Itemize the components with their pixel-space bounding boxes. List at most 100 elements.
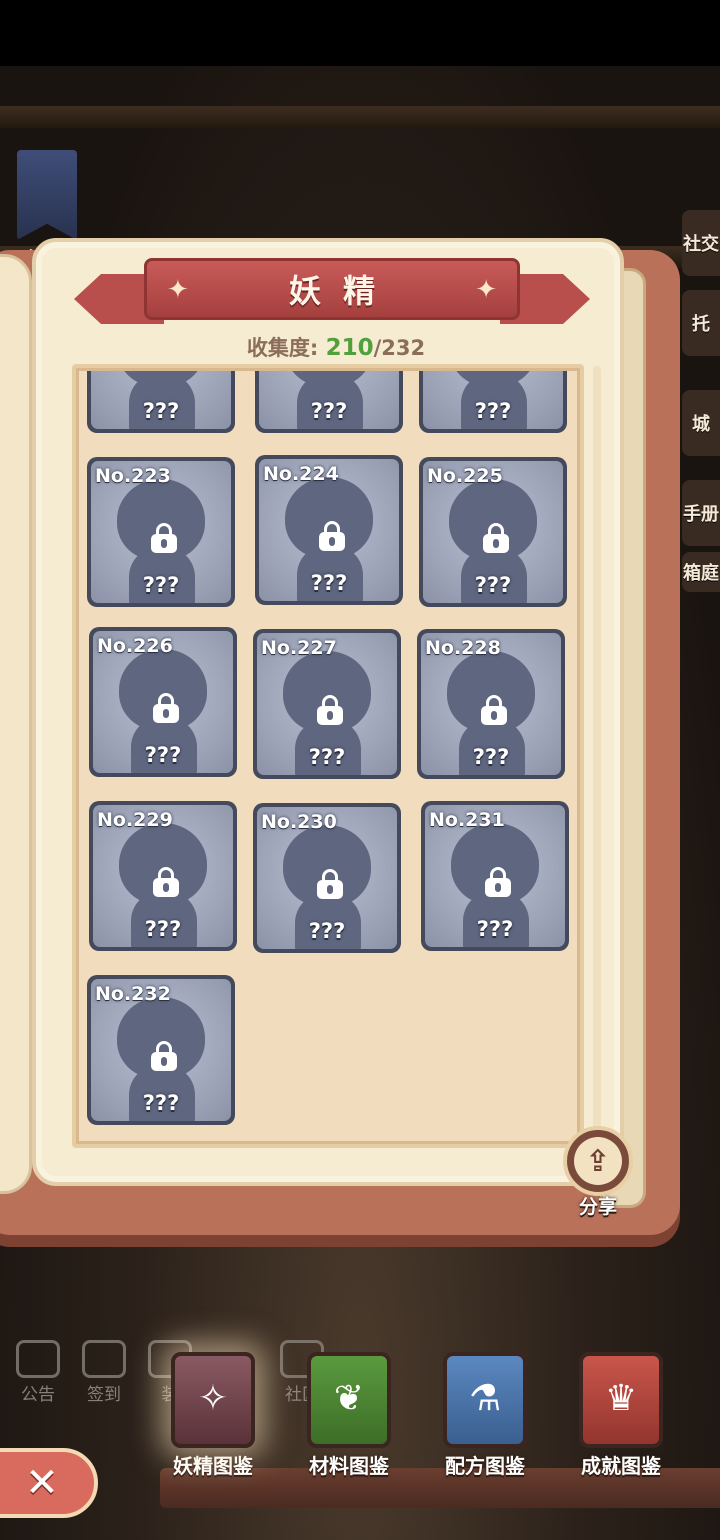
fairy-name: ??? (308, 745, 346, 769)
fairy-number: No.227 (261, 637, 337, 659)
lock-icon (482, 523, 510, 553)
fairy-name: ??? (142, 399, 180, 423)
commission-label: 托 (692, 314, 710, 335)
fairy-name: ??? (308, 919, 346, 943)
commission-tab[interactable]: 托 (682, 290, 720, 356)
collection-progress: 收集度: 210/232 (0, 332, 672, 362)
ribbon-main: ✦ 妖精 ✦ (144, 258, 520, 320)
fairy-card[interactable]: No.232 ??? (87, 975, 235, 1125)
tab-label: 配方图鉴 (445, 1454, 525, 1478)
fairy-card[interactable]: No.231 ??? (421, 801, 569, 951)
garden-label: 箱庭 (683, 563, 719, 584)
shop-label: 城 (692, 414, 710, 435)
lock-icon (318, 521, 346, 551)
fairy-number: No.226 (97, 635, 173, 657)
fairy-name: ??? (474, 573, 512, 597)
fairy-card[interactable]: No.226 ??? (89, 627, 237, 777)
menu-notice-label: 公告 (21, 1385, 55, 1405)
fairy-number: No.230 (261, 811, 337, 833)
fairy-wings-icon: ✧ (171, 1352, 255, 1448)
lock-icon (484, 867, 512, 897)
card-face: No.224 ??? (259, 459, 399, 601)
fairy-card[interactable]: ??? (87, 371, 235, 433)
fairy-card[interactable]: No.230 ??? (253, 803, 401, 953)
tab-label: 材料图鉴 (309, 1454, 389, 1478)
herb-icon: ❦ (307, 1352, 391, 1448)
fairy-name: ??? (474, 399, 512, 423)
fairy-name: ??? (142, 1091, 180, 1115)
shelf (0, 106, 720, 128)
tab-material-encyclopedia[interactable]: ❦ 材料图鉴 (284, 1352, 414, 1479)
fairy-name: ??? (310, 399, 348, 423)
fairy-number: No.225 (427, 465, 503, 487)
tab-achievement-encyclopedia[interactable]: ♛ 成就图鉴 (556, 1352, 686, 1479)
notice-icon (16, 1340, 60, 1378)
lock-icon (480, 695, 508, 725)
page-title: 妖精 (288, 272, 397, 310)
share-label: 分享 (578, 1196, 617, 1218)
tab-recipe-encyclopedia[interactable]: ⚗ 配方图鉴 (420, 1352, 550, 1479)
fairy-name: ??? (144, 743, 182, 767)
fairy-card[interactable]: No.224 ??? (255, 455, 403, 605)
lock-icon (150, 1041, 178, 1071)
sparkle-icon: ✦ (475, 275, 497, 305)
sparkle-icon: ✦ (167, 275, 189, 305)
share-icon: ⇪ (574, 1137, 622, 1185)
garden-tab[interactable]: 箱庭 (682, 552, 720, 592)
fairy-name: ??? (142, 573, 180, 597)
lock-icon (152, 693, 180, 723)
card-face: No.227 ??? (257, 633, 397, 775)
fairy-name: ??? (310, 571, 348, 595)
card-face: No.231 ??? (425, 805, 565, 947)
fairy-card[interactable]: No.228 ??? (417, 629, 565, 779)
fairy-name: ??? (144, 917, 182, 941)
event-flag-icon (17, 150, 77, 240)
book-left-page (0, 254, 32, 1194)
total-count: /232 (373, 336, 426, 360)
fairy-card[interactable]: ??? (255, 371, 403, 433)
card-face: ??? (259, 371, 399, 429)
title-ribbon: ✦ 妖精 ✦ (74, 258, 590, 328)
social-label: 社交 (683, 234, 719, 255)
handbook-label: 手册 (683, 504, 719, 525)
fairy-card[interactable]: No.227 ??? (253, 629, 401, 779)
lock-icon (150, 523, 178, 553)
card-face: No.230 ??? (257, 807, 397, 949)
fairy-grid-inner: ??? ??? ??? No.223 ??? No.224 ??? No.225… (76, 368, 580, 1144)
close-button[interactable]: ✕ (0, 1448, 98, 1518)
handbook-tab[interactable]: 手册 (682, 480, 720, 546)
calendar-check-icon (82, 1340, 126, 1378)
fairy-number: No.228 (425, 637, 501, 659)
menu-checkin: 签到 (74, 1340, 134, 1405)
grid-scrollbar[interactable] (593, 366, 601, 1136)
collected-count: 210 (325, 335, 374, 361)
card-face: No.225 ??? (423, 461, 563, 603)
menu-checkin-label: 签到 (87, 1385, 121, 1405)
card-face: ??? (423, 371, 563, 429)
fairy-grid[interactable]: ??? ??? ??? No.223 ??? No.224 ??? No.225… (72, 364, 584, 1148)
tab-fairy-encyclopedia[interactable]: ✧ 妖精图鉴 (148, 1352, 278, 1479)
social-tab[interactable]: 社交 (682, 210, 720, 276)
card-face: No.232 ??? (91, 979, 231, 1121)
fairy-card[interactable]: No.229 ??? (89, 801, 237, 951)
card-face: No.223 ??? (91, 461, 231, 603)
fairy-number: No.224 (263, 463, 339, 485)
fairy-number: No.223 (95, 465, 171, 487)
potion-icon: ⚗ (443, 1352, 527, 1448)
collection-label: 收集度: (246, 336, 319, 360)
card-face: No.229 ??? (93, 805, 233, 947)
fairy-card[interactable]: ??? (419, 371, 567, 433)
card-face: No.228 ??? (421, 633, 561, 775)
fairy-card[interactable]: No.225 ??? (419, 457, 567, 607)
fairy-card[interactable]: No.223 ??? (87, 457, 235, 607)
tab-label: 成就图鉴 (581, 1454, 661, 1478)
lock-icon (316, 869, 344, 899)
share-circle: ⇪ (563, 1126, 633, 1196)
shop-tab[interactable]: 城 (682, 390, 720, 456)
tab-label: 妖精图鉴 (173, 1454, 253, 1478)
card-face: No.226 ??? (93, 631, 233, 773)
crown-icon: ♛ (579, 1352, 663, 1448)
menu-notice: 公告 (8, 1340, 68, 1405)
fairy-name: ??? (472, 745, 510, 769)
share-button[interactable]: ⇪ 分享 (560, 1126, 636, 1219)
